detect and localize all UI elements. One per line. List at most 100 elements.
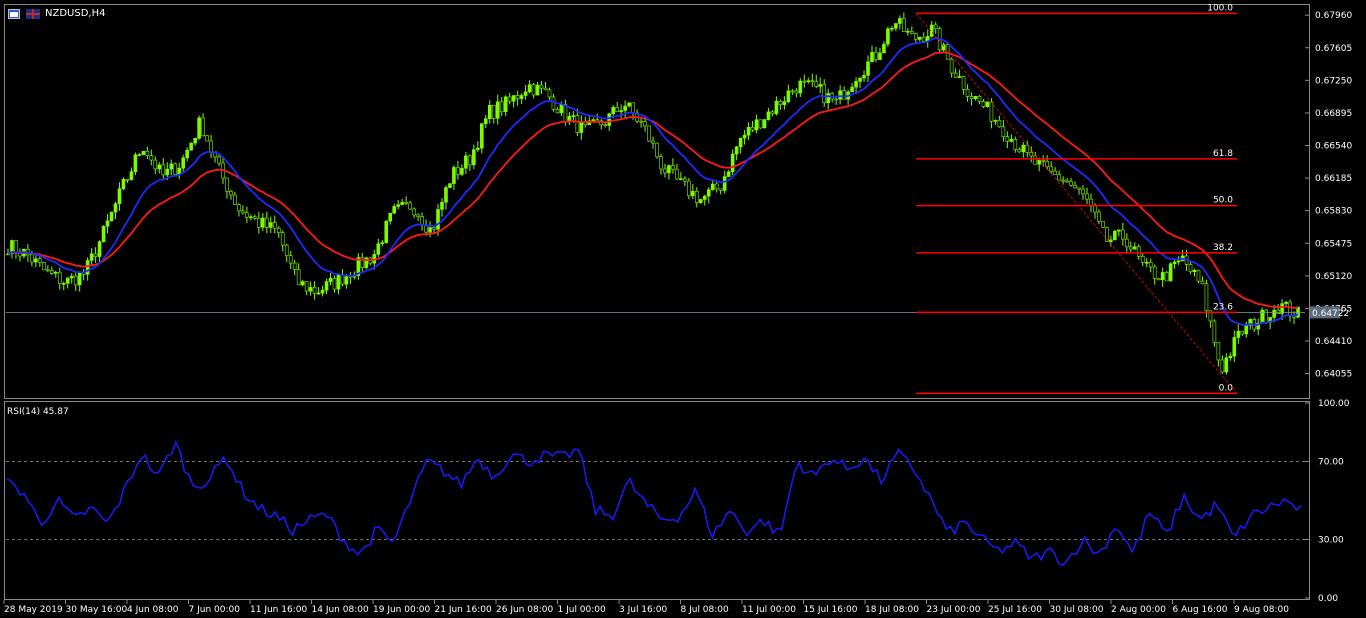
candle-body [1013, 139, 1018, 150]
candle-body [1172, 261, 1177, 265]
candle-body [380, 242, 385, 244]
candle-body [483, 118, 488, 124]
candle-body [141, 151, 146, 155]
price-tick-label: 0.65475 [1315, 239, 1352, 249]
candle-body [575, 115, 580, 133]
candle-body [268, 222, 273, 228]
candle-body [933, 24, 938, 30]
candle-body [121, 178, 126, 190]
candle-body [332, 278, 337, 290]
candle-body [965, 89, 970, 97]
fib-level-label: 0.0 [1219, 383, 1234, 393]
candle-body [1025, 144, 1030, 153]
candle-body [627, 102, 631, 107]
time-tick-label: 25 Jul 16:00 [988, 605, 1042, 615]
rsi-tick-label: 70.00 [1318, 458, 1344, 468]
candle-body [882, 43, 886, 54]
time-tick-label: 26 Jun 08:00 [496, 605, 553, 615]
candle-body [42, 262, 46, 271]
candle-body [675, 168, 679, 180]
candle-body [766, 111, 771, 120]
time-tick-label: 21 Jun 16:00 [435, 605, 492, 615]
candle-body [1061, 179, 1065, 182]
candle-body [1117, 229, 1121, 232]
candle-body [702, 195, 707, 200]
candle-body [790, 90, 795, 93]
candle-body [1216, 341, 1221, 361]
candle-body [1093, 205, 1097, 213]
candle-body [1240, 330, 1245, 335]
time-tick-label: 30 May 16:00 [66, 605, 128, 615]
candle-body [53, 271, 58, 274]
candle-body [440, 201, 444, 210]
candle-body [1156, 278, 1161, 281]
candle-body [547, 89, 552, 98]
candle-body [308, 287, 313, 292]
candle-body [822, 84, 827, 104]
candle-body [412, 208, 416, 216]
candle-body [969, 96, 974, 99]
candle-body [292, 262, 297, 270]
candle-body [1121, 229, 1125, 240]
candle-body [921, 36, 926, 42]
candle-body [993, 120, 998, 122]
candle-body [257, 217, 261, 228]
candle-body [611, 107, 615, 115]
candle-body [1200, 280, 1205, 285]
candle-body [89, 253, 94, 261]
candle-body [894, 23, 898, 29]
candle-body [770, 111, 775, 114]
candle-body [834, 98, 838, 101]
candle-body [782, 101, 787, 105]
candle-body [683, 178, 687, 182]
candle-body [201, 117, 205, 137]
candle-body [487, 104, 492, 120]
symbol-timeframe-label: NZDUSD,H4 [45, 8, 106, 19]
candle-body [1176, 260, 1181, 263]
candle-body [862, 75, 866, 79]
candle-body [726, 171, 731, 177]
candle-body [205, 135, 209, 142]
candle-body [754, 119, 759, 131]
candle-body [842, 90, 846, 100]
candle-body [161, 164, 166, 176]
trading-chart[interactable]: 100.0 61.8 50.0 38.2 23.6 0.0 0.67960 0.67605 0… [0, 0, 1366, 618]
candle-body [989, 101, 994, 122]
window-icon[interactable] [8, 9, 20, 19]
time-tick-label: 4 Jun 08:00 [127, 605, 179, 615]
candle-body [507, 96, 512, 102]
candle-body [428, 227, 432, 233]
candle-body [85, 260, 90, 275]
candle-body [197, 117, 201, 139]
candle-body [1109, 239, 1113, 242]
candle-body [981, 101, 986, 107]
candle-body [125, 178, 130, 181]
candle-body [786, 90, 791, 103]
candle-body [607, 113, 612, 126]
candle-body [113, 203, 118, 213]
candle-body [1057, 174, 1061, 181]
candle-body [444, 187, 448, 203]
candle-body [1264, 309, 1268, 323]
candle-body [320, 289, 325, 294]
candle-body [436, 209, 440, 230]
candle-body [794, 90, 799, 94]
time-tick-label: 6 Aug 16:00 [1173, 605, 1228, 615]
candle-body [535, 84, 540, 96]
candle-body [225, 177, 229, 192]
candle-body [698, 199, 703, 203]
candle-body [264, 217, 269, 228]
candle-body [193, 138, 197, 144]
candle-body [491, 104, 496, 119]
candle-body [647, 125, 651, 142]
candle-body [69, 275, 74, 279]
candle-body [1041, 159, 1045, 162]
candle-body [778, 100, 783, 105]
candle-body [276, 227, 281, 233]
candle-body [806, 80, 811, 82]
candle-body [619, 110, 623, 112]
time-tick-label: 3 Jul 16:00 [619, 605, 668, 615]
candle-body [671, 165, 675, 170]
fib-level-label: 38.2 [1213, 243, 1233, 253]
candle-body [651, 140, 655, 144]
